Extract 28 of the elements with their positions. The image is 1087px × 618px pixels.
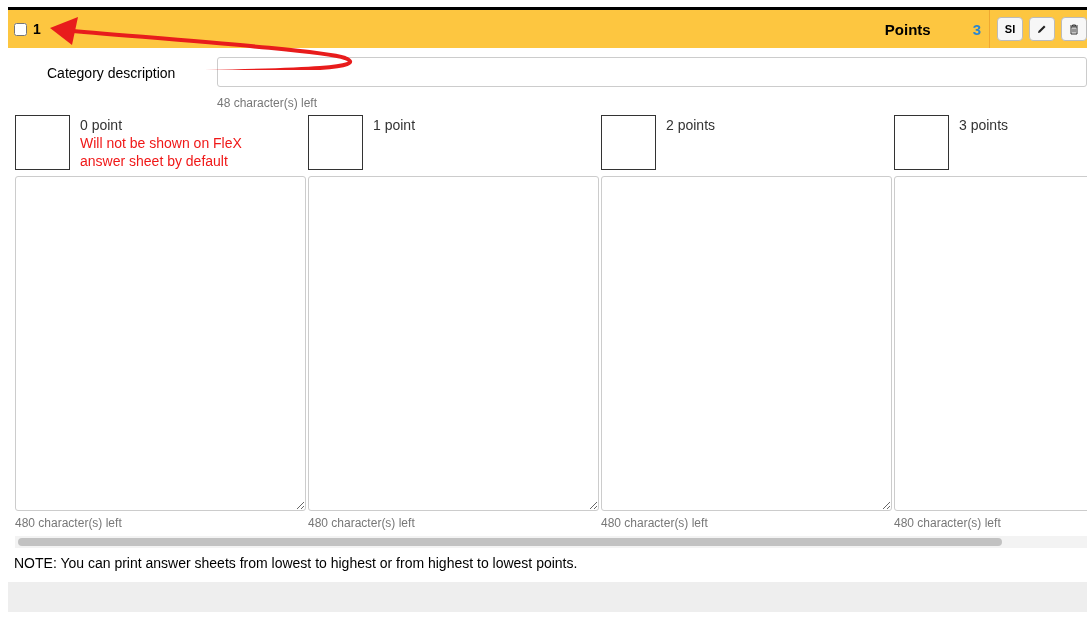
point-label: 0 point xyxy=(80,116,124,134)
image-box[interactable] xyxy=(15,115,70,170)
si-button[interactable]: SI xyxy=(997,17,1023,41)
select-checkbox[interactable] xyxy=(14,22,27,36)
trash-button[interactable] xyxy=(1061,17,1087,41)
description-field[interactable] xyxy=(217,57,1087,87)
field-label: Category description xyxy=(47,65,177,81)
note-text: NOTE: You can print answer sheets from lowest to highest or from highest to lowest points. xyxy=(14,555,579,571)
character-counter: 480 character(s) left xyxy=(308,516,416,530)
image-box[interactable] xyxy=(894,115,949,170)
image-box[interactable] xyxy=(601,115,656,170)
category-number: 1 xyxy=(33,21,41,37)
character-counter: 480 character(s) left xyxy=(601,516,709,530)
point-label: 2 points xyxy=(666,116,716,134)
character-counter: 480 character(s) left xyxy=(894,516,1002,530)
points-value: 3 xyxy=(972,20,981,38)
pencil-icon xyxy=(1037,24,1047,34)
point-label: 3 points xyxy=(959,116,1009,134)
character-counter: 480 character(s) left xyxy=(15,516,123,530)
point-label: 1 point xyxy=(373,116,416,134)
character-counter: 48 character(s) left xyxy=(217,96,319,110)
trash-icon xyxy=(1069,23,1079,35)
edit-button[interactable] xyxy=(1029,17,1055,41)
image-box[interactable] xyxy=(308,115,363,170)
points-label: Points xyxy=(884,20,931,38)
warning-text: Will not be shown on FleX answer sheet by default xyxy=(80,134,243,170)
scrollbar-thumb[interactable] xyxy=(18,538,1002,546)
scrollbar[interactable] xyxy=(15,536,1087,548)
